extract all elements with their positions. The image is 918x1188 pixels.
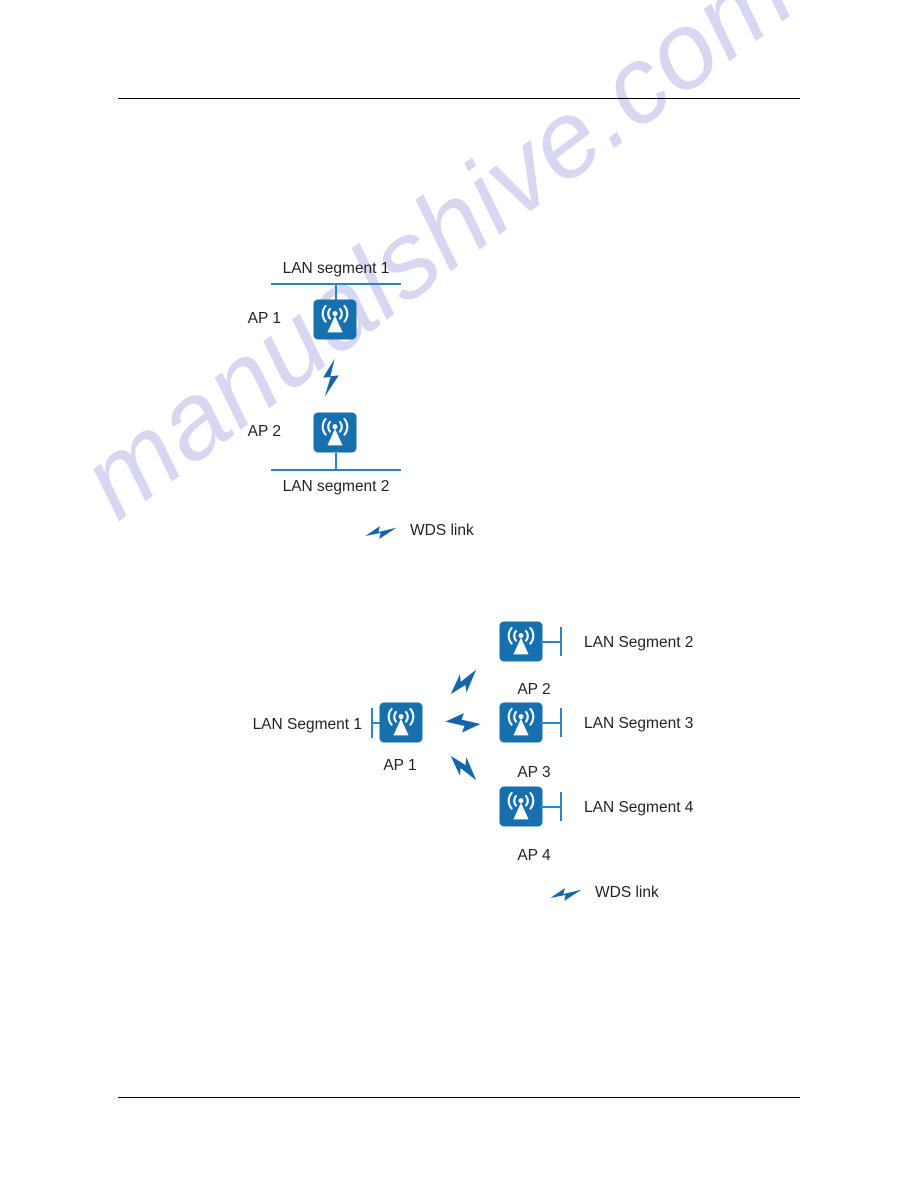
lan-segment-4-connector-stub <box>540 806 561 808</box>
wds-lightning-bolt-icon <box>442 746 487 787</box>
diagram-point-to-multipoint: LAN Segment 1 AP 1 LAN Segment 2 AP 2 LA… <box>0 0 918 1188</box>
lan-segment-2-label: LAN Segment 2 <box>584 634 694 651</box>
ap-2-label: AP 2 <box>517 681 551 698</box>
lan-segment-1-label: LAN Segment 1 <box>252 716 362 733</box>
lan-segment-2-connector-tick <box>560 627 562 656</box>
lan-segment-3-connector-stub <box>540 722 561 724</box>
ap-1-label: AP 1 <box>383 757 417 774</box>
lan-segment-3-label: LAN Segment 3 <box>584 715 694 732</box>
wds-lightning-bolt-icon <box>442 662 487 703</box>
lan-segment-3-connector-tick <box>560 708 562 737</box>
lan-segment-4-connector-tick <box>560 792 562 821</box>
access-point-icon <box>499 702 543 743</box>
access-point-icon <box>379 702 423 743</box>
wds-lightning-bolt-icon <box>444 710 482 736</box>
ap-4-label: AP 4 <box>517 847 551 864</box>
ap-3-label: AP 3 <box>517 764 551 781</box>
lan-segment-4-label: LAN Segment 4 <box>584 799 694 816</box>
lan-segment-2-connector-stub <box>540 641 561 643</box>
wds-lightning-bolt-icon <box>549 884 583 904</box>
access-point-icon <box>499 621 543 662</box>
document-page: manualshive.com LAN segment 1 AP 1 AP 2 … <box>0 0 918 1188</box>
wds-link-legend-label: WDS link <box>595 884 659 901</box>
access-point-icon <box>499 786 543 827</box>
wds-link-legend: WDS link <box>549 884 719 906</box>
